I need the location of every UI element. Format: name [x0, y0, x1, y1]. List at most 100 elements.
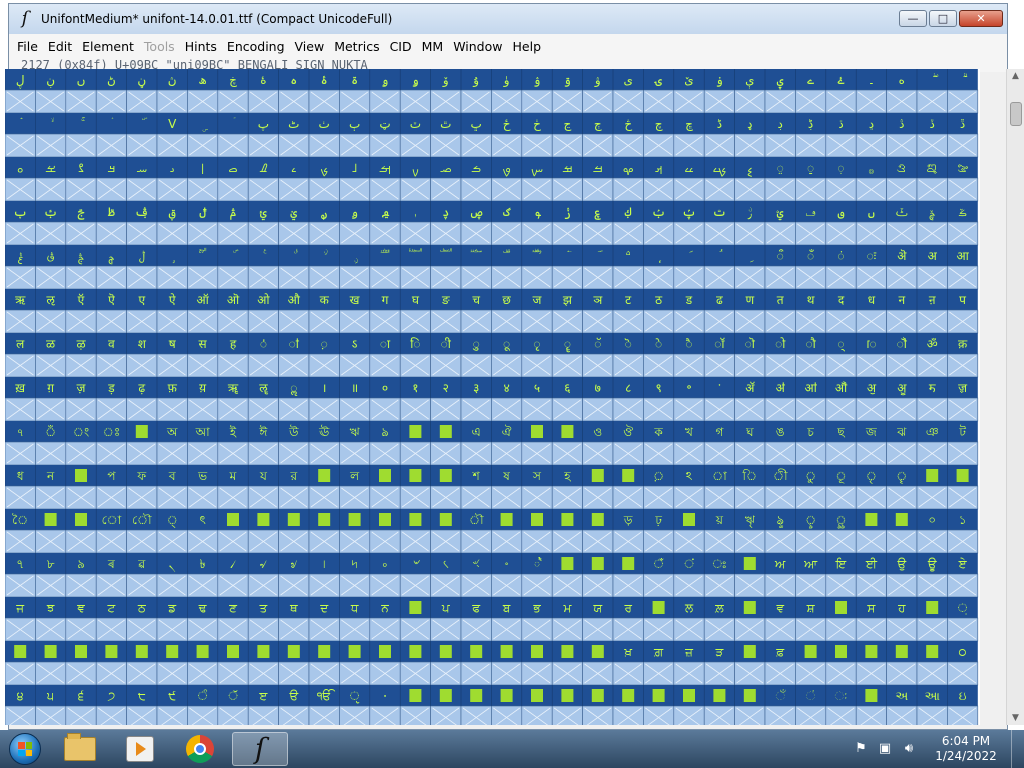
glyph-label[interactable]: ە	[899, 73, 905, 87]
glyph-label[interactable]: ࢴ	[625, 205, 632, 219]
taskbar-explorer[interactable]	[52, 732, 108, 766]
missing-glyph-box[interactable]	[652, 689, 665, 702]
glyph-label[interactable]: ڂ	[533, 117, 541, 131]
missing-glyph-box[interactable]	[439, 513, 452, 526]
glyph-label[interactable]: ڐ	[960, 117, 965, 131]
glyph-label[interactable]: ়	[653, 469, 664, 483]
glyph-label[interactable]: ट	[625, 293, 632, 307]
glyph-label[interactable]: ࡏ	[471, 161, 481, 175]
glyph-label[interactable]: थ	[807, 293, 815, 307]
missing-glyph-box[interactable]	[926, 645, 939, 658]
glyph-label[interactable]: ো	[102, 513, 122, 527]
glyph-cell[interactable]	[825, 705, 857, 725]
glyph-label[interactable]: ࢲ	[564, 205, 571, 219]
glyph-label[interactable]: এ	[472, 425, 481, 439]
glyph-label[interactable]: ৈ	[12, 513, 28, 527]
glyph-label[interactable]: ڈ	[717, 117, 722, 131]
glyph-cell[interactable]	[491, 705, 523, 725]
glyph-label[interactable]: ࡋ	[352, 161, 358, 175]
glyph-label[interactable]: ं	[837, 249, 844, 263]
glyph-label[interactable]: ਖ਼	[623, 645, 632, 659]
missing-glyph-box[interactable]	[895, 513, 908, 526]
glyph-label[interactable]: ੱ	[228, 689, 238, 703]
glyph-label[interactable]: ࡐ	[502, 161, 511, 177]
vertical-scrollbar[interactable]: ▲ ▼	[1006, 69, 1024, 725]
glyph-label[interactable]: چ	[655, 117, 663, 131]
glyph-label[interactable]: ࡖ	[684, 161, 693, 175]
glyph-label[interactable]: द	[838, 293, 845, 307]
glyph-label[interactable]: ५	[534, 381, 540, 395]
menu-file[interactable]: File	[13, 39, 42, 54]
glyph-label[interactable]: त	[777, 293, 785, 307]
missing-glyph-box[interactable]	[287, 645, 300, 658]
glyph-label[interactable]: ळ	[46, 337, 56, 351]
glyph-label[interactable]: ৱ	[137, 557, 146, 571]
missing-glyph-box[interactable]	[865, 689, 878, 702]
glyph-label[interactable]: ४	[503, 381, 509, 395]
glyph-label[interactable]: স	[532, 469, 542, 483]
glyph-label[interactable]: ऽ	[352, 337, 358, 351]
show-desktop-button[interactable]	[1011, 730, 1024, 768]
glyph-label[interactable]: ࢢ	[77, 205, 84, 220]
glyph-label[interactable]: ৷	[323, 557, 325, 571]
glyph-cell[interactable]	[795, 705, 827, 725]
glyph-label[interactable]: ড়	[623, 513, 633, 527]
glyph-label[interactable]: ਣ	[228, 601, 237, 615]
glyph-label[interactable]: ঙ	[776, 425, 785, 439]
missing-glyph-box[interactable]	[926, 469, 939, 482]
missing-glyph-box[interactable]	[591, 469, 604, 482]
glyph-label[interactable]: ৮	[47, 557, 55, 571]
glyph-cell[interactable]	[612, 705, 644, 725]
glyph-label[interactable]: ष	[169, 337, 177, 351]
glyph-label[interactable]: ট	[958, 425, 966, 439]
missing-glyph-box[interactable]	[683, 689, 695, 702]
glyph-label[interactable]: ਞ	[76, 601, 85, 615]
glyph-label[interactable]: ਜ਼	[684, 645, 693, 659]
glyph-label[interactable]: ਟ	[107, 601, 116, 615]
glyph-label[interactable]: ࢽ	[868, 205, 875, 219]
glyph-label[interactable]: ࢩ	[290, 205, 297, 221]
glyph-label[interactable]: ৵	[260, 557, 267, 571]
glyph-label[interactable]: ڌ	[838, 117, 843, 131]
glyph-label[interactable]: প	[107, 469, 116, 483]
glyph-label[interactable]: ێ	[684, 73, 693, 87]
glyph-cell[interactable]	[460, 705, 492, 725]
glyph-label[interactable]: ূ	[835, 469, 846, 484]
glyph-label[interactable]: क़	[958, 337, 968, 351]
glyph-cell[interactable]	[399, 705, 431, 725]
glyph-cell[interactable]	[947, 705, 979, 725]
glyph-label[interactable]: ੭	[108, 689, 116, 703]
glyph-label[interactable]: ॰	[686, 381, 691, 395]
glyph-label[interactable]: ढ़	[138, 381, 145, 395]
glyph-label[interactable]: ৌ	[132, 513, 152, 527]
glyph-label[interactable]: ह	[230, 337, 237, 351]
glyph-label[interactable]: ऌ	[46, 293, 55, 307]
glyph-label[interactable]: २	[443, 381, 449, 395]
missing-glyph-box[interactable]	[622, 469, 635, 482]
glyph-label[interactable]: ਰ	[623, 601, 632, 615]
glyph-cell[interactable]	[247, 705, 279, 725]
glyph-label[interactable]: ࢮ	[442, 205, 449, 220]
glyph-label[interactable]: ࡈ	[259, 161, 267, 175]
missing-glyph-box[interactable]	[591, 689, 604, 702]
glyph-label[interactable]: গ	[715, 425, 724, 439]
glyph-label[interactable]: ৠ	[745, 513, 756, 528]
glyph-label[interactable]: ক	[653, 425, 663, 439]
menu-cid[interactable]: CID	[386, 39, 416, 54]
glyph-label[interactable]: ڽ	[168, 73, 177, 87]
glyph-label[interactable]: ফ	[136, 469, 146, 483]
glyph-label[interactable]: ڍ	[869, 117, 874, 131]
missing-glyph-box[interactable]	[561, 645, 574, 658]
glyph-label[interactable]: ॡ	[259, 381, 268, 395]
glyph-label[interactable]: ۏ	[716, 73, 723, 87]
glyph-label[interactable]: ঝ	[896, 425, 907, 439]
glyph-label[interactable]: ਫ਼	[775, 645, 785, 659]
glyph-cell[interactable]	[339, 705, 371, 725]
glyph-cell[interactable]	[430, 705, 462, 725]
glyph-label[interactable]: ࡒ	[562, 161, 572, 175]
missing-glyph-box[interactable]	[500, 513, 513, 526]
glyph-label[interactable]: ࡚	[807, 161, 814, 175]
menu-tools[interactable]: Tools	[140, 39, 179, 54]
glyph-label[interactable]: র	[289, 469, 297, 483]
missing-glyph-box[interactable]	[409, 513, 422, 526]
